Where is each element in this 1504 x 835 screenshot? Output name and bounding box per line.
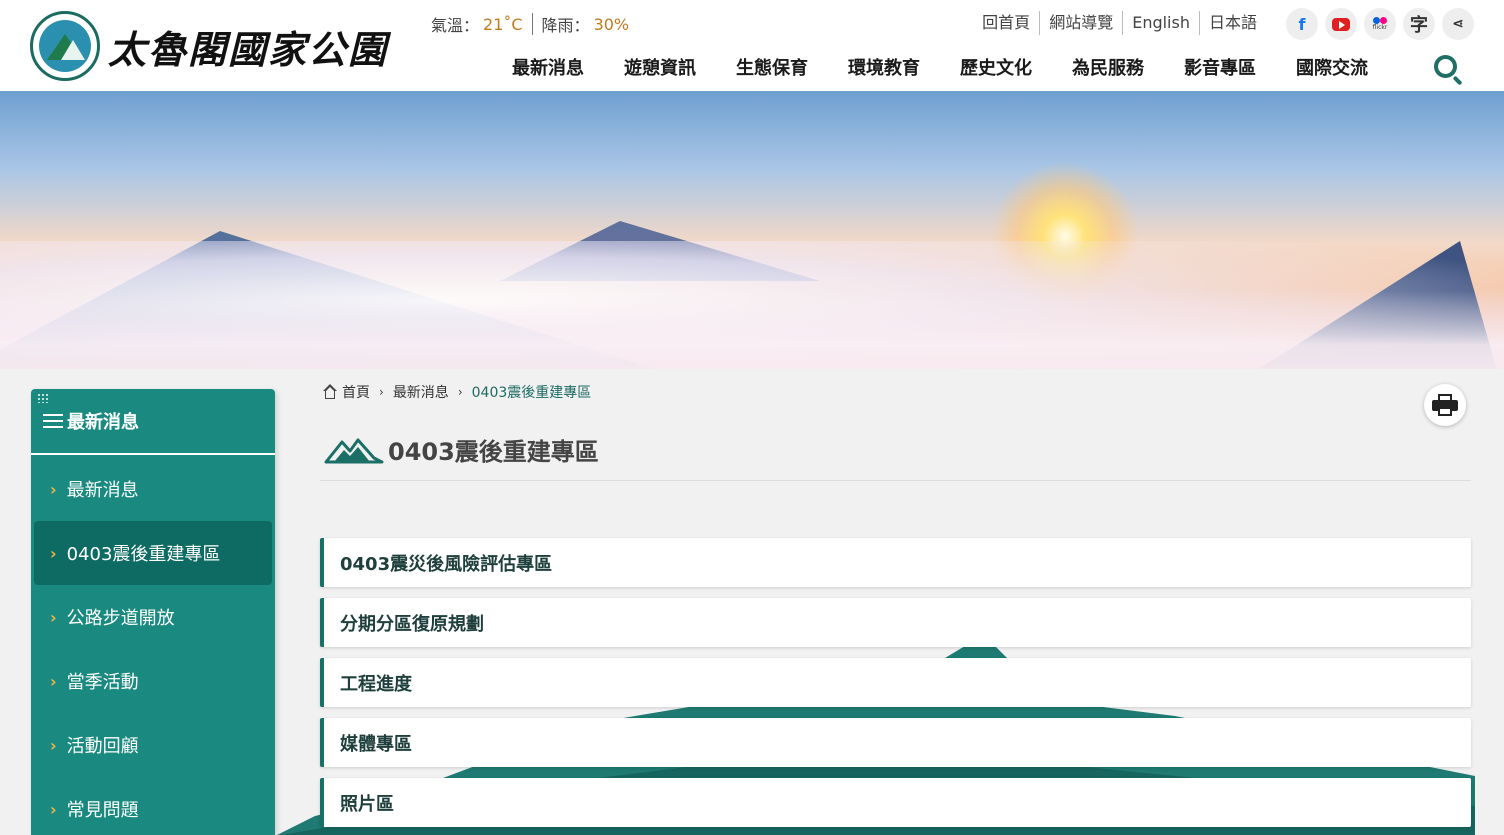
top-link-english[interactable]: English bbox=[1122, 11, 1199, 35]
nav-international[interactable]: 國際交流 bbox=[1296, 56, 1368, 82]
list-item-engineering-progress[interactable]: 工程進度 bbox=[320, 658, 1471, 707]
rain-label: 降雨： bbox=[541, 16, 590, 35]
temperature-label: 氣溫： bbox=[431, 16, 480, 35]
nav-news[interactable]: 最新消息 bbox=[512, 56, 584, 82]
site-title: 太魯閣國家公園 bbox=[108, 26, 389, 72]
sidebar-item-label: 最新消息 bbox=[66, 480, 139, 501]
topic-list: 0403震災後風險評估專區 分期分區復原規劃 工程進度 媒體專區 照片區 bbox=[320, 538, 1471, 835]
grid-dots-icon bbox=[37, 393, 49, 403]
youtube-icon[interactable] bbox=[1325, 8, 1357, 40]
sidebar-menu: 最新消息 › 最新消息 › 0403震後重建專區 › 公路步道開放 › 當季活動… bbox=[31, 389, 275, 835]
rain-value: 30% bbox=[593, 14, 630, 34]
sidebar-item-event-review[interactable]: › 活動回顧 bbox=[34, 713, 272, 777]
list-item-recovery-planning[interactable]: 分期分區復原規劃 bbox=[320, 598, 1471, 647]
breadcrumb-current: 0403震後重建專區 bbox=[471, 385, 592, 401]
menu-icon bbox=[43, 413, 63, 429]
top-link-home[interactable]: 回首頁 bbox=[973, 11, 1039, 35]
sidebar-item-trail-status[interactable]: › 公路步道開放 bbox=[34, 585, 272, 649]
page-title: 0403震後重建專區 bbox=[324, 432, 599, 467]
flickr-icon[interactable]: flickr bbox=[1364, 8, 1396, 40]
list-item-photos[interactable]: 照片區 bbox=[320, 778, 1471, 827]
sidebar-title[interactable]: 最新消息 bbox=[31, 389, 275, 455]
nav-media[interactable]: 影音專區 bbox=[1184, 56, 1256, 82]
home-icon bbox=[322, 384, 338, 400]
sidebar-item-label: 活動回顧 bbox=[66, 736, 139, 757]
nav-conservation[interactable]: 生態保育 bbox=[736, 56, 808, 82]
sidebar-item-reconstruction[interactable]: › 0403震後重建專區 bbox=[34, 521, 272, 585]
main-content: 首頁 › 最新消息 › 0403震後重建專區 0403震後重建專區 0403震災… bbox=[277, 369, 1475, 835]
chevron-right-icon: › bbox=[50, 799, 57, 819]
title-divider bbox=[320, 480, 1471, 481]
sidebar-item-faq[interactable]: › 常見問題 bbox=[34, 777, 272, 835]
sidebar-item-label: 當季活動 bbox=[66, 672, 139, 693]
mountain-title-icon bbox=[324, 438, 384, 463]
main-nav: 最新消息 遊憩資訊 生態保育 環境教育 歷史文化 為民服務 影音專區 國際交流 bbox=[512, 56, 1408, 82]
breadcrumb: 首頁 › 最新消息 › 0403震後重建專區 bbox=[322, 382, 591, 402]
sidebar-item-seasonal-events[interactable]: › 當季活動 bbox=[34, 649, 272, 713]
chevron-right-icon: › bbox=[50, 479, 57, 499]
social-links: f flickr 字 ⋖ bbox=[1286, 8, 1481, 40]
chevron-right-icon: › bbox=[50, 543, 57, 563]
printer-icon bbox=[1432, 394, 1458, 416]
page-title-text: 0403震後重建專區 bbox=[388, 438, 599, 466]
site-logo[interactable]: 太魯閣國家公園 bbox=[30, 6, 410, 86]
breadcrumb-home[interactable]: 首頁 bbox=[342, 382, 370, 402]
sidebar-title-label: 最新消息 bbox=[67, 412, 139, 433]
chevron-right-icon: › bbox=[50, 671, 57, 691]
chevron-right-icon: › bbox=[50, 735, 57, 755]
site-header: 太魯閣國家公園 氣溫： 21˚C 降雨： 30% 回首頁 網站導覽 Englis… bbox=[0, 0, 1504, 91]
top-link-sitemap[interactable]: 網站導覽 bbox=[1039, 11, 1122, 35]
list-item-risk-assessment[interactable]: 0403震災後風險評估專區 bbox=[320, 538, 1471, 587]
breadcrumb-news[interactable]: 最新消息 bbox=[393, 382, 449, 402]
nav-history[interactable]: 歷史文化 bbox=[960, 56, 1032, 82]
nav-services[interactable]: 為民服務 bbox=[1072, 56, 1144, 82]
sidebar-item-label: 0403震後重建專區 bbox=[66, 544, 221, 565]
breadcrumb-separator: › bbox=[457, 385, 463, 399]
weather-divider bbox=[531, 13, 533, 35]
sidebar-item-label: 常見問題 bbox=[66, 800, 139, 821]
chevron-right-icon: › bbox=[50, 607, 57, 627]
share-icon[interactable]: ⋖ bbox=[1442, 8, 1474, 40]
font-size-icon[interactable]: 字 bbox=[1403, 8, 1435, 40]
flickr-label: flickr bbox=[1372, 24, 1388, 31]
breadcrumb-separator: › bbox=[379, 385, 384, 399]
facebook-icon[interactable]: f bbox=[1286, 8, 1318, 40]
nav-recreation[interactable]: 遊憩資訊 bbox=[624, 56, 696, 82]
print-button[interactable] bbox=[1424, 384, 1466, 426]
temperature-value: 21˚C bbox=[483, 14, 523, 34]
park-emblem-icon bbox=[30, 11, 100, 81]
list-item-media[interactable]: 媒體專區 bbox=[320, 718, 1471, 767]
nav-education[interactable]: 環境教育 bbox=[848, 56, 920, 82]
weather-info: 氣溫： 21˚C 降雨： 30% bbox=[431, 13, 629, 35]
sidebar-item-news[interactable]: › 最新消息 bbox=[34, 457, 272, 521]
search-icon[interactable] bbox=[1432, 54, 1466, 86]
hero-banner-image bbox=[0, 91, 1504, 369]
top-links: 回首頁 網站導覽 English 日本語 bbox=[973, 11, 1266, 35]
sidebar-item-label: 公路步道開放 bbox=[66, 608, 175, 629]
top-link-japanese[interactable]: 日本語 bbox=[1198, 11, 1266, 35]
